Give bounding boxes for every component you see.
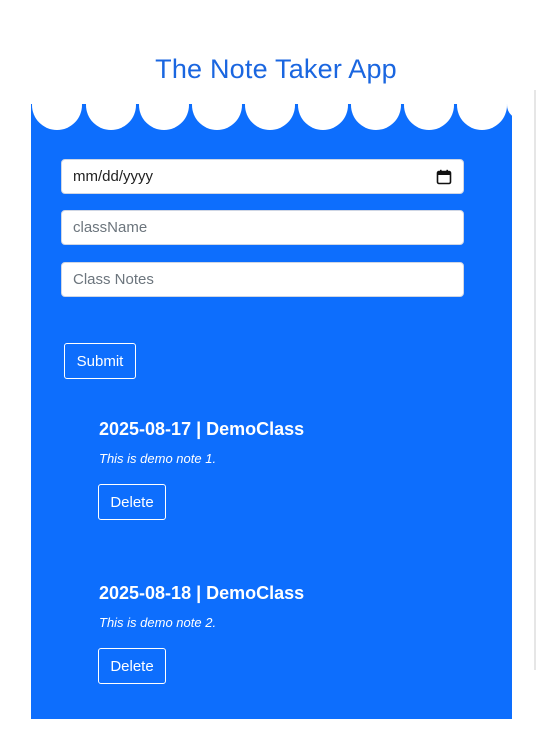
class-name-field[interactable]: className	[61, 210, 464, 245]
date-field[interactable]: mm/dd/yyyy	[61, 159, 464, 194]
class-name-placeholder: className	[73, 219, 148, 236]
note-heading: 2025-08-17 | DemoClass	[99, 419, 305, 439]
note-body: This is demo note 2.	[99, 615, 217, 630]
date-field-placeholder: mm/dd/yyyy	[73, 168, 154, 185]
note-heading: 2025-08-18 | DemoClass	[99, 583, 305, 603]
divider-line	[534, 90, 536, 670]
app-title: The Note Taker App	[155, 54, 397, 84]
note-body: This is demo note 1.	[99, 451, 217, 466]
page: The Note Taker App mm/dd/yyyy className …	[0, 0, 537, 756]
calendar-icon[interactable]	[436, 169, 452, 185]
delete-button[interactable]: Delete	[98, 648, 166, 684]
class-notes-field[interactable]: Class Notes	[61, 262, 464, 297]
delete-button[interactable]: Delete	[98, 484, 166, 520]
submit-button[interactable]: Submit	[64, 343, 136, 379]
class-notes-placeholder: Class Notes	[73, 271, 154, 288]
